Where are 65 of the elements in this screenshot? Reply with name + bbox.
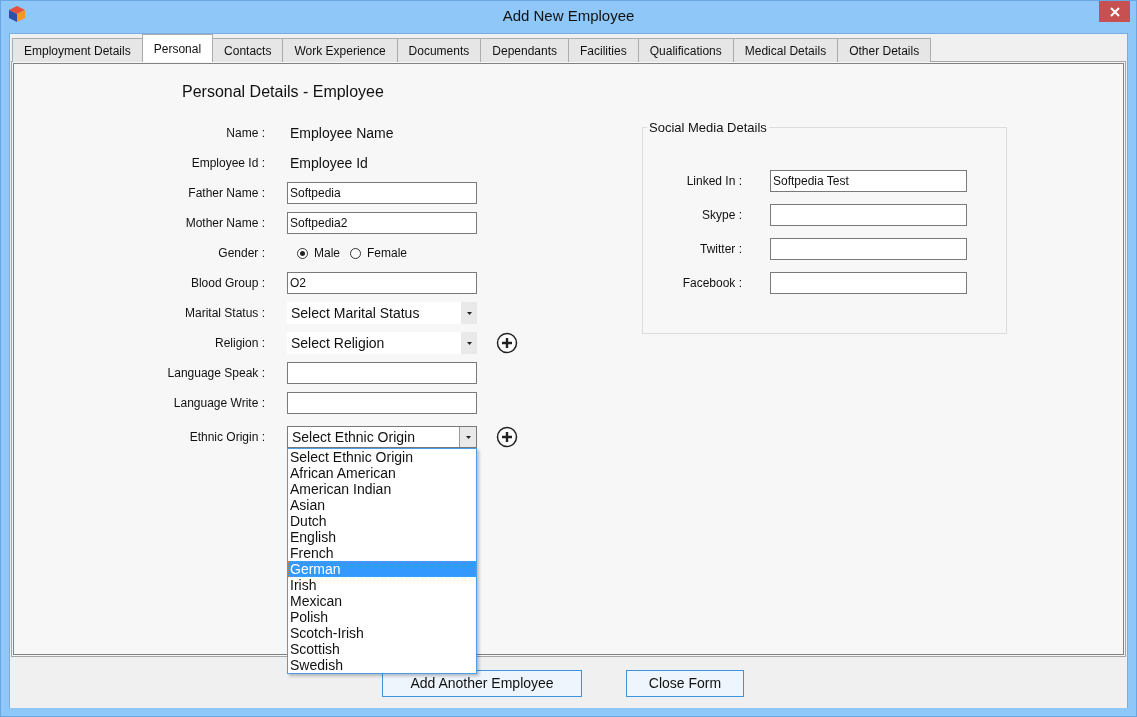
- cube-icon: [8, 5, 26, 23]
- field-label: Facebook :: [681, 276, 742, 290]
- field-label: Marital Status :: [183, 306, 265, 320]
- dropdown-option[interactable]: French: [288, 545, 476, 561]
- field-label: Employee Id :: [190, 156, 265, 170]
- dropdown-option[interactable]: Asian: [288, 497, 476, 513]
- dropdown-option[interactable]: Irish: [288, 577, 476, 593]
- radio-option[interactable]: Female: [350, 246, 408, 260]
- tab[interactable]: Employment Details: [12, 38, 143, 62]
- input-field[interactable]: Softpedia: [287, 182, 477, 204]
- input-field[interactable]: Softpedia Test: [770, 170, 967, 192]
- field-label: Skype :: [700, 208, 742, 222]
- field-label: Twitter :: [699, 242, 742, 256]
- field-label: Linked In :: [685, 174, 742, 188]
- dropdown-option[interactable]: Select Ethnic Origin: [288, 449, 476, 465]
- dropdown-option[interactable]: American Indian: [288, 481, 476, 497]
- tab[interactable]: Qualifications: [637, 38, 734, 62]
- field-label: Gender :: [217, 246, 265, 260]
- form-button[interactable]: Close Form: [626, 669, 744, 697]
- dropdown[interactable]: Select Marital Status: [287, 302, 477, 324]
- close-icon: [1109, 6, 1120, 17]
- dropdown-option[interactable]: Dutch: [288, 513, 476, 529]
- field-value: Employee Id: [290, 155, 368, 171]
- radio-option[interactable]: Male: [297, 246, 340, 260]
- input-field[interactable]: O2: [287, 272, 477, 294]
- dropdown-option[interactable]: African American: [288, 465, 476, 481]
- field-label: Blood Group :: [189, 276, 265, 290]
- window-title: Add New Employee: [502, 7, 635, 24]
- field-value: Employee Name: [290, 125, 394, 141]
- dropdown-option[interactable]: Scottish: [288, 641, 476, 657]
- dropdown-option[interactable]: Polish: [288, 609, 476, 625]
- field-label: Language Write :: [172, 396, 265, 410]
- input-field[interactable]: [770, 238, 967, 260]
- tab[interactable]: Work Experience: [282, 38, 398, 62]
- dropdown-option[interactable]: Scotch-Irish: [288, 625, 476, 641]
- input-field[interactable]: [770, 272, 967, 294]
- field-label: Name :: [225, 126, 265, 140]
- dropdown-option[interactable]: Mexican: [288, 593, 476, 609]
- dropdown[interactable]: Select Religion: [287, 332, 477, 354]
- caret-icon: [466, 341, 472, 345]
- input-field[interactable]: [770, 204, 967, 226]
- group-title: Social Media Details: [648, 120, 768, 135]
- caret-icon: [465, 435, 471, 439]
- tab[interactable]: Medical Details: [732, 38, 839, 62]
- input-field[interactable]: [287, 362, 477, 384]
- caret-icon: [466, 311, 472, 315]
- close-button[interactable]: [1099, 1, 1130, 22]
- add-icon[interactable]: [496, 332, 518, 354]
- input-field[interactable]: Softpedia2: [287, 212, 477, 234]
- tab[interactable]: Other Details: [837, 38, 932, 62]
- tab[interactable]: Facilities: [568, 38, 639, 62]
- field-label: Religion :: [213, 336, 265, 350]
- dropdown[interactable]: Select Ethnic Origin: [287, 426, 477, 448]
- add-icon[interactable]: [496, 426, 518, 448]
- field-label: Ethnic Origin :: [188, 430, 265, 444]
- dropdown-option[interactable]: English: [288, 529, 476, 545]
- input-field[interactable]: [287, 392, 477, 414]
- field-label: Language Speak :: [166, 366, 265, 380]
- tab[interactable]: Dependants: [480, 38, 570, 62]
- tab[interactable]: Documents: [396, 38, 482, 62]
- field-label: Mother Name :: [184, 216, 265, 230]
- tab[interactable]: Personal: [141, 34, 214, 62]
- section-title: Personal Details - Employee: [182, 83, 385, 101]
- tab[interactable]: Contacts: [212, 38, 284, 62]
- field-label: Father Name :: [187, 186, 265, 200]
